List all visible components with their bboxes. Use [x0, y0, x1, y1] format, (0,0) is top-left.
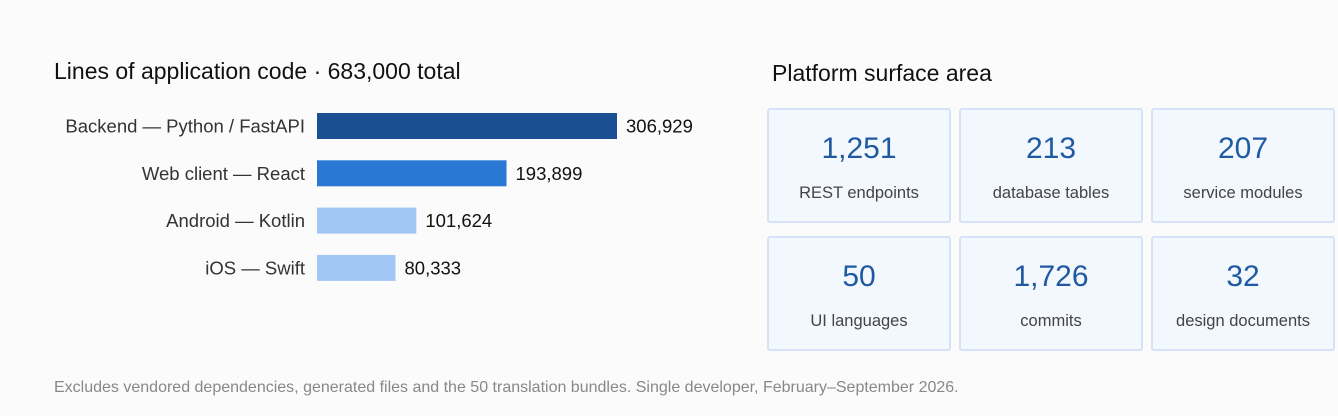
surface-title: Platform surface area — [772, 60, 992, 86]
stat-label: database tables — [992, 184, 1110, 202]
stat-label: REST endpoints — [799, 184, 919, 202]
value-label: 193,899 — [516, 163, 583, 184]
stat-card-commits: 1,726 commits — [959, 236, 1143, 351]
stat-label: service modules — [1183, 184, 1303, 202]
bar-chart: Backend — Python / FastAPI 306,929 Web cli… — [65, 113, 693, 281]
stat-label: design documents — [1176, 312, 1310, 330]
value-label: 306,929 — [626, 116, 693, 137]
stat-value: 207 — [1217, 132, 1269, 165]
footnote: Excludes vendored dependencies, generate… — [54, 379, 959, 396]
value-label: 80,333 — [405, 257, 462, 278]
stat-card-service-modules: 207 service modules — [1151, 108, 1335, 223]
stat-card-database-tables: 213 database tables — [959, 108, 1143, 223]
stat-value: 1,726 — [1013, 260, 1089, 293]
bar-3 — [317, 254, 396, 281]
category-label: Android — Kotlin — [166, 210, 305, 231]
category-label: Web client — React — [142, 163, 305, 184]
category-label: Backend — Python / FastAPI — [65, 116, 305, 137]
stat-value: 50 — [842, 260, 876, 293]
category-label: iOS — Swift — [205, 257, 305, 278]
stat-card-design-documents: 32 design documents — [1151, 236, 1335, 351]
stat-label: UI languages — [810, 312, 908, 330]
stat-value: 1,251 — [821, 132, 897, 165]
stat-label: commits — [1020, 312, 1082, 330]
value-label: 101,624 — [425, 210, 492, 231]
bar-2 — [317, 207, 417, 234]
stat-grid: 1,251 REST endpoints 213 database tables… — [767, 108, 1336, 351]
stat-card-rest-endpoints: 1,251 REST endpoints — [767, 108, 951, 223]
stat-value: 213 — [1025, 132, 1077, 165]
stat-card-ui-languages: 50 UI languages — [767, 236, 951, 351]
bar-0 — [317, 113, 617, 139]
stat-value: 32 — [1226, 260, 1260, 293]
bar-1 — [317, 160, 507, 187]
